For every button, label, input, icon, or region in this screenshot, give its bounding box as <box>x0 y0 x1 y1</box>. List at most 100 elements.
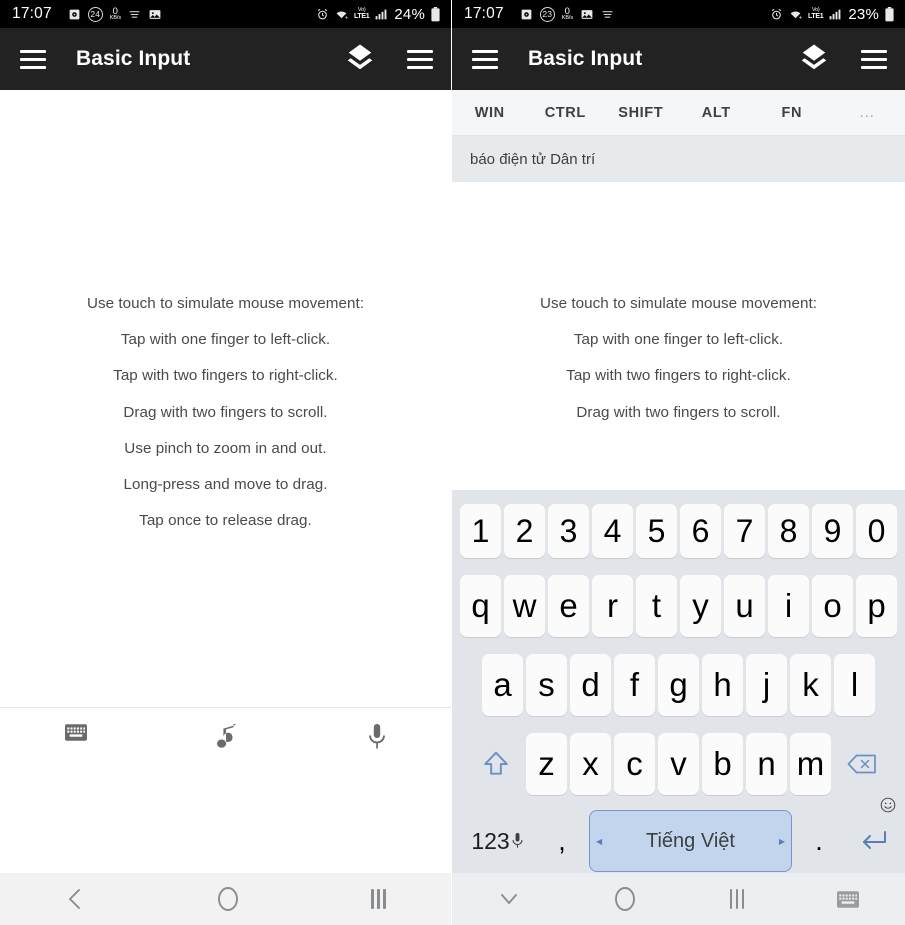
battery-percent: 24% <box>394 5 425 23</box>
key-i[interactable]: i <box>768 574 809 637</box>
keyboard-row-space: 123 , ◀ Tiếng Việt ▶ . <box>455 797 902 879</box>
key-y[interactable]: y <box>680 574 721 637</box>
layers-button[interactable] <box>345 42 375 77</box>
recents-button[interactable] <box>729 889 745 909</box>
signal-bars-icon <box>374 8 388 21</box>
key-2[interactable]: 2 <box>504 504 545 558</box>
key-6[interactable]: 6 <box>680 504 721 558</box>
key-v[interactable]: v <box>658 732 699 795</box>
key-z[interactable]: z <box>526 732 567 795</box>
comma-key[interactable]: , <box>539 809 585 873</box>
numeric-mode-key[interactable]: 123 <box>455 809 539 873</box>
key-j[interactable]: j <box>746 653 787 716</box>
left-phone-screen: 17:07 24 0 KB/s + Vo) LTE1 24% Basic Inp… <box>0 0 452 925</box>
key-s[interactable]: s <box>526 653 567 716</box>
key-t[interactable]: t <box>636 574 677 637</box>
modifier-key-win[interactable]: WIN <box>452 105 528 121</box>
key-5[interactable]: 5 <box>636 504 677 558</box>
network-speed-indicator: 0 KB/s <box>562 6 573 22</box>
instructions-block: Use touch to simulate mouse movement: Ta… <box>452 296 905 441</box>
key-a[interactable]: a <box>482 653 523 716</box>
back-button[interactable] <box>65 887 85 911</box>
keyboard-row-bottom-letters: z x c v b n m <box>455 724 902 803</box>
shift-arrow-icon <box>483 751 508 775</box>
layers-icon <box>345 42 375 77</box>
hamburger-menu-icon <box>407 49 433 69</box>
modifier-key-ctrl[interactable]: CTRL <box>528 105 604 121</box>
key-x[interactable]: x <box>570 732 611 795</box>
key-1[interactable]: 1 <box>460 504 501 558</box>
keyboard-switcher-button[interactable] <box>836 890 859 908</box>
wifi-icon: + <box>788 8 803 21</box>
key-r[interactable]: r <box>592 574 633 637</box>
instruction-line: Tap with one finger to left-click. <box>573 331 784 349</box>
nav-drawer-button[interactable] <box>20 49 46 69</box>
layers-button[interactable] <box>799 42 829 77</box>
enter-key[interactable] <box>842 797 902 873</box>
key-o[interactable]: o <box>812 574 853 637</box>
nav-drawer-button[interactable] <box>472 49 498 69</box>
keyboard-row-home: a s d f g h j k l <box>455 645 902 724</box>
space-key[interactable]: ◀ Tiếng Việt ▶ <box>589 810 792 872</box>
key-b[interactable]: b <box>702 732 743 795</box>
key-9[interactable]: 9 <box>812 504 853 558</box>
key-h[interactable]: h <box>702 653 743 716</box>
microphone-button[interactable] <box>368 724 386 750</box>
svg-text:+: + <box>799 15 803 21</box>
instruction-line: Tap with one finger to left-click. <box>120 331 331 349</box>
modifier-key-bar: WIN CTRL SHIFT ALT FN ... <box>452 90 905 136</box>
alarm-clock-icon <box>68 8 81 21</box>
instructions-block: Use touch to simulate mouse movement: Ta… <box>0 296 451 549</box>
key-u[interactable]: u <box>724 574 765 637</box>
key-w[interactable]: w <box>504 574 545 637</box>
svg-text:+: + <box>345 15 349 21</box>
key-k[interactable]: k <box>790 653 831 716</box>
modifier-key-more[interactable]: ... <box>830 105 905 121</box>
suggestion-item[interactable]: báo điện tử Dân trí <box>470 151 595 168</box>
period-key[interactable]: . <box>796 809 842 873</box>
alarm-icon <box>770 8 783 21</box>
key-7[interactable]: 7 <box>724 504 765 558</box>
key-e[interactable]: e <box>548 574 589 637</box>
key-p[interactable]: p <box>856 574 897 637</box>
page-title: Basic Input <box>76 47 191 70</box>
enter-return-icon <box>863 831 886 849</box>
key-8[interactable]: 8 <box>768 504 809 558</box>
key-g[interactable]: g <box>658 653 699 716</box>
hamburger-menu-icon <box>20 49 46 69</box>
modifier-key-shift[interactable]: SHIFT <box>603 105 679 121</box>
touchpad-content-area[interactable]: Use touch to simulate mouse movement: Ta… <box>0 90 451 799</box>
volte-bottom-label: LTE1 <box>353 13 370 21</box>
keyboard-toggle-button[interactable] <box>65 724 88 741</box>
overflow-menu-button[interactable] <box>407 49 433 69</box>
system-navigation-bar <box>0 873 451 925</box>
key-q[interactable]: q <box>460 574 501 637</box>
home-circle-icon <box>614 887 635 911</box>
key-4[interactable]: 4 <box>592 504 633 558</box>
key-3[interactable]: 3 <box>548 504 589 558</box>
recents-button[interactable] <box>371 889 386 909</box>
home-button[interactable] <box>216 886 240 912</box>
home-button[interactable] <box>613 886 637 912</box>
space-right-arrow-icon: ▶ <box>778 836 785 846</box>
backspace-key[interactable] <box>833 733 891 795</box>
music-button[interactable] <box>217 724 237 750</box>
suggestion-bar: báo điện tử Dân trí <box>452 136 905 182</box>
battery-icon <box>884 6 895 22</box>
emoji-button[interactable] <box>880 797 896 818</box>
network-speed-indicator: 0 KB/s <box>110 6 121 22</box>
modifier-key-fn[interactable]: FN <box>754 105 830 121</box>
dismiss-keyboard-button[interactable] <box>498 887 520 911</box>
modifier-key-alt[interactable]: ALT <box>679 105 755 121</box>
key-0[interactable]: 0 <box>856 504 897 558</box>
home-circle-icon <box>218 887 239 911</box>
key-c[interactable]: c <box>614 732 655 795</box>
key-d[interactable]: d <box>570 653 611 716</box>
key-m[interactable]: m <box>790 732 831 795</box>
touchpad-content-area[interactable]: Use touch to simulate mouse movement: Ta… <box>452 182 905 490</box>
overflow-menu-button[interactable] <box>861 49 887 69</box>
key-l[interactable]: l <box>834 653 875 716</box>
key-f[interactable]: f <box>614 653 655 716</box>
shift-key[interactable] <box>467 733 525 795</box>
key-n[interactable]: n <box>746 732 787 795</box>
